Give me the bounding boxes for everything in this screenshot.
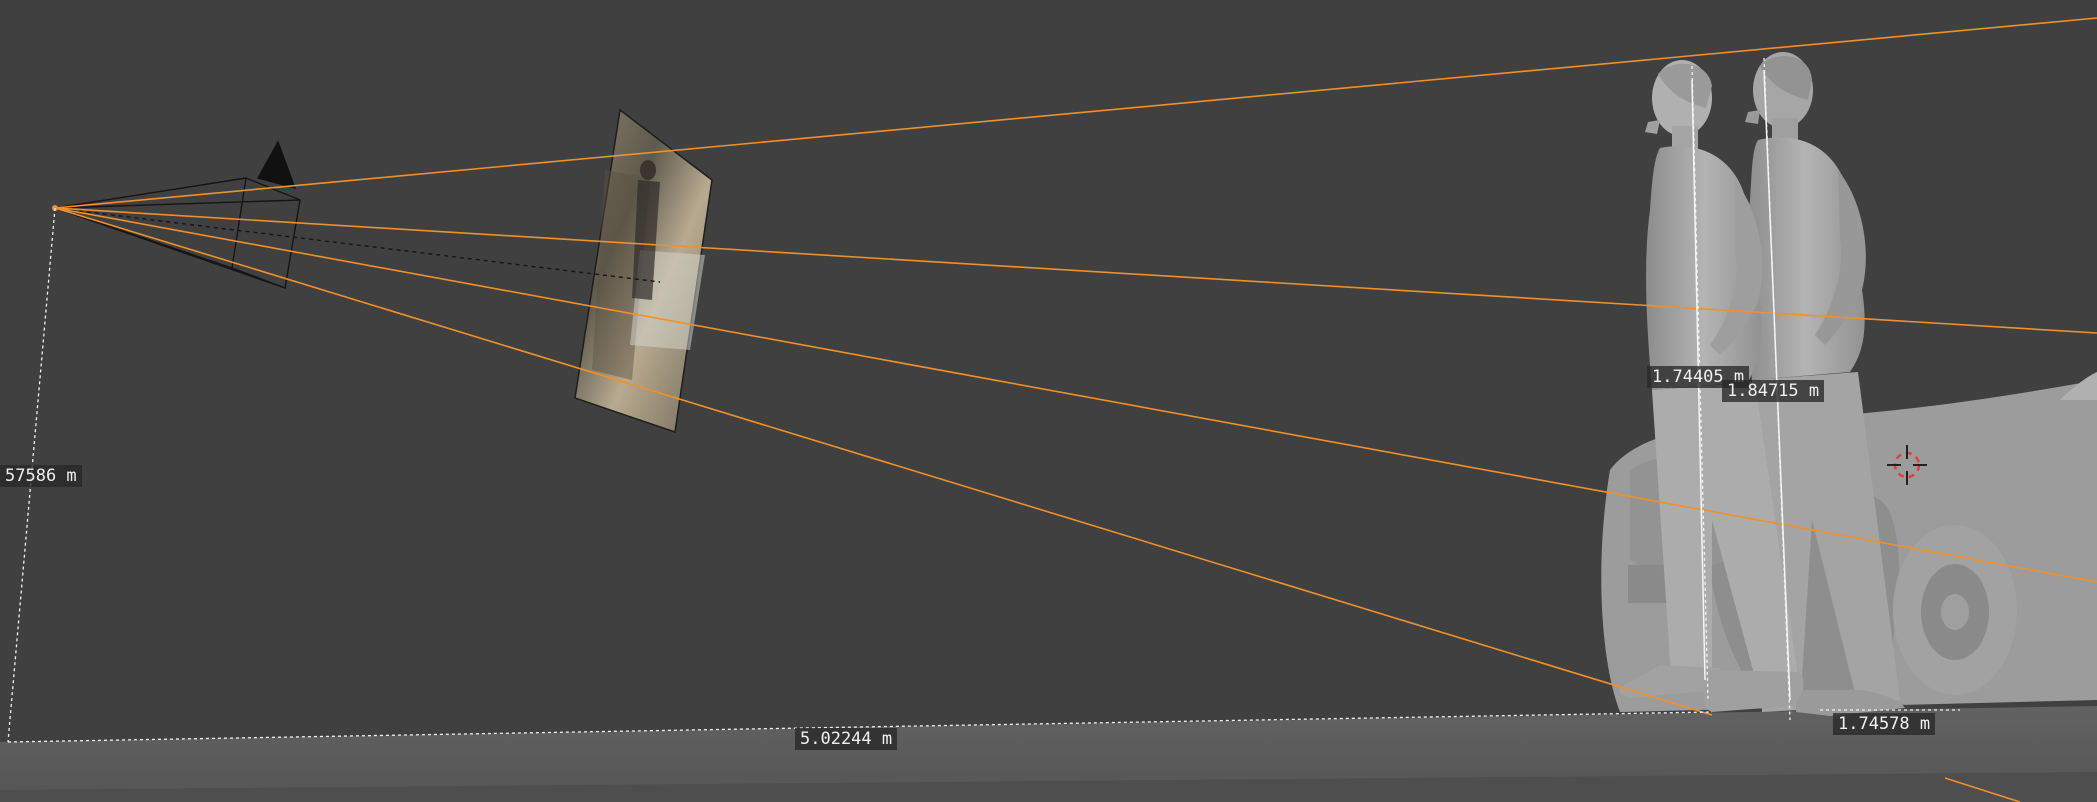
camera-gizmo-icon[interactable] [52,140,661,289]
measure-label-camera-height: 57586 m [0,465,82,487]
measure-label-floor-distance: 5.02244 m [795,728,898,750]
3d-viewport[interactable]: 57586 m 5.02244 m 1.74405 m 1.84715 m 1.… [0,0,2097,802]
measure-label-figure-spacing: 1.74578 m [1833,713,1936,735]
measure-label-back-figure-height: 1.84715 m [1722,380,1825,402]
